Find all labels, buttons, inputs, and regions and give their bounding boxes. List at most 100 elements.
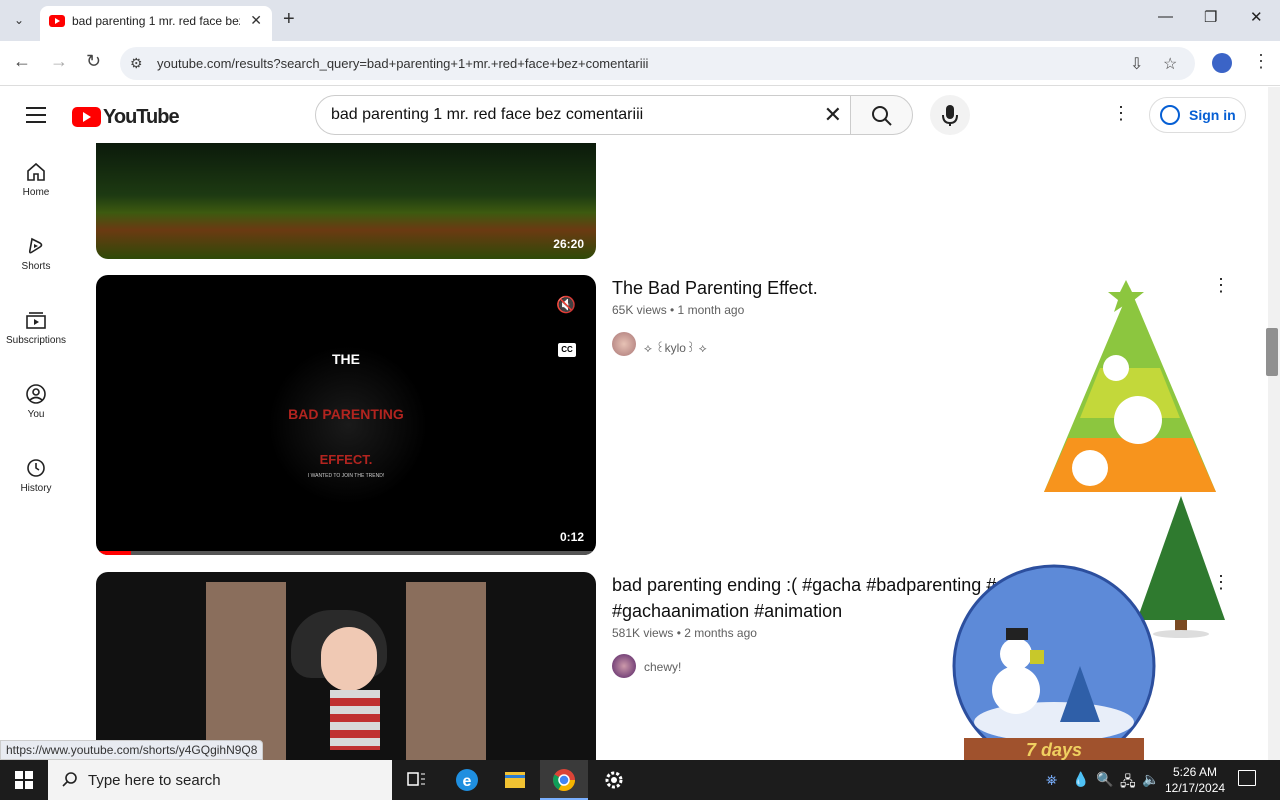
settings-menu-icon[interactable]: ⋮ <box>1112 103 1130 124</box>
back-button[interactable]: ← <box>13 51 31 72</box>
guide-label: Shorts <box>21 261 51 272</box>
taskbar-search[interactable]: Type here to search <box>48 760 392 800</box>
video-meta: 581K views • 2 months ago <box>612 626 757 640</box>
channel-name[interactable]: chewy! <box>644 660 681 674</box>
tab-title: bad parenting 1 mr. red face bez <box>72 14 240 28</box>
clear-search-icon[interactable]: ✕ <box>824 102 842 128</box>
chrome-icon[interactable] <box>540 760 588 800</box>
taskbar: Type here to search e ⛯ 💧 🔍 🖧 🔈 5:26 AM … <box>0 760 1280 800</box>
search-box: ✕ <box>315 95 851 135</box>
start-button[interactable] <box>0 760 48 800</box>
door-shape <box>406 582 486 760</box>
browser-toolbar: ← → ↻ ⚙ youtube.com/results?search_query… <box>0 41 1280 86</box>
subscriptions-icon <box>26 312 46 329</box>
youtube-play-icon <box>72 107 101 127</box>
progress-fill <box>96 551 131 555</box>
guide-label: History <box>20 483 52 494</box>
guide-label: You <box>27 409 45 420</box>
guide-item-home[interactable]: Home <box>0 143 72 217</box>
tab-search-button[interactable]: ⌄ <box>8 9 30 31</box>
svg-text:e: e <box>463 773 472 790</box>
door-shape <box>206 582 286 760</box>
status-url: https://www.youtube.com/shorts/y4GQgihN9… <box>0 740 264 760</box>
thumb-text: I WANTED TO JOIN THE TREND! <box>307 473 385 479</box>
account-icon <box>1160 105 1180 125</box>
mute-icon[interactable]: 🔇 <box>556 295 576 315</box>
duration-badge: 0:12 <box>559 530 584 544</box>
edge-icon[interactable]: e <box>443 760 491 800</box>
new-tab-button[interactable]: + <box>283 8 295 31</box>
profile-icon[interactable] <box>1212 53 1232 73</box>
video-thumbnail-preview[interactable]: THE BAD PARENTING EFFECT. I WANTED TO JO… <box>96 275 596 555</box>
video-thumbnail[interactable]: 26:20 <box>96 143 596 259</box>
globe-banner: 7 days <box>1026 740 1082 760</box>
voice-search-button[interactable] <box>930 95 970 135</box>
sign-in-label: Sign in <box>1189 107 1236 123</box>
network-icon[interactable]: 🖧 <box>1120 771 1136 795</box>
character-shirt <box>330 690 380 750</box>
channel-name[interactable]: ⟡ ꒰kylo꒱ ⟡ <box>644 339 707 356</box>
notifications-icon[interactable] <box>1238 770 1256 786</box>
forward-button[interactable]: → <box>50 51 68 72</box>
sign-in-button[interactable]: Sign in <box>1149 97 1246 133</box>
close-window-button[interactable]: ✕ <box>1250 8 1263 26</box>
microphone-icon <box>942 105 958 126</box>
thumb-text: BAD PARENTING <box>288 406 404 422</box>
address-bar[interactable]: ⚙ youtube.com/results?search_query=bad+p… <box>120 47 1195 80</box>
scrollbar-track[interactable] <box>1268 87 1280 760</box>
bookmark-star-icon[interactable]: ☆ <box>1163 54 1177 74</box>
christmas-tree-gadget[interactable] <box>1040 278 1220 498</box>
avatar[interactable] <box>612 332 636 356</box>
volume-muted-icon[interactable]: 🔈 <box>1142 771 1159 788</box>
browser-tab[interactable]: bad parenting 1 mr. red face bez ✕ <box>40 6 272 41</box>
video-meta: 65K views • 1 month ago <box>612 303 745 317</box>
install-app-icon[interactable]: ⇩ <box>1130 54 1143 74</box>
clock-date: 12/17/2024 <box>1165 781 1226 795</box>
guide-item-history[interactable]: History <box>0 439 72 513</box>
search-tray-icon[interactable]: 🔍 <box>1096 771 1113 788</box>
minimize-button[interactable]: — <box>1158 8 1173 25</box>
scrollbar-thumb[interactable] <box>1266 328 1278 376</box>
file-explorer-icon[interactable] <box>491 760 539 800</box>
browser-tabbar: ⌄ bad parenting 1 mr. red face bez ✕ + —… <box>0 0 1280 41</box>
task-view-icon[interactable] <box>392 760 440 800</box>
guide-item-shorts[interactable]: Shorts <box>0 217 72 291</box>
vignette <box>268 345 428 505</box>
search-icon <box>62 772 77 787</box>
windows-logo-icon <box>15 771 33 789</box>
thumb-text: EFFECT. <box>319 452 373 467</box>
search-button[interactable] <box>850 95 913 135</box>
taskbar-search-placeholder: Type here to search <box>88 772 221 789</box>
guide-item-subscriptions[interactable]: Subscriptions <box>0 291 72 365</box>
guide-item-you[interactable]: You <box>0 365 72 439</box>
reload-button[interactable]: ↻ <box>86 51 101 72</box>
site-info-icon[interactable]: ⚙ <box>130 55 143 72</box>
people-tray-icon[interactable]: ⛯ <box>1046 772 1057 789</box>
restore-button[interactable]: ❐ <box>1204 8 1217 26</box>
clock-time: 5:26 AM <box>1172 765 1218 779</box>
guide-label: Home <box>22 187 50 198</box>
tab-close-icon[interactable]: ✕ <box>250 12 262 29</box>
home-icon <box>27 162 45 181</box>
video-menu-icon[interactable]: ⋮ <box>1212 572 1230 593</box>
progress-track[interactable] <box>96 551 596 555</box>
youtube-favicon-icon <box>49 15 65 27</box>
avatar[interactable] <box>612 654 636 678</box>
browser-menu-icon[interactable]: ⋮ <box>1252 51 1270 72</box>
history-icon <box>27 459 45 477</box>
drop-tray-icon[interactable]: 💧 <box>1072 771 1089 788</box>
clock[interactable]: 5:26 AM 12/17/2024 <box>1165 764 1225 796</box>
youtube-header: YouTube ✕ ⋮ Sign in <box>0 87 1268 143</box>
search-icon <box>872 106 892 126</box>
you-icon <box>26 384 46 404</box>
video-thumbnail[interactable] <box>96 572 596 760</box>
search-input[interactable] <box>331 106 801 124</box>
settings-gear-icon[interactable] <box>590 760 638 800</box>
captions-icon[interactable]: CC <box>558 343 576 357</box>
duration-badge: 26:20 <box>553 237 584 251</box>
logo-text: YouTube <box>103 106 180 128</box>
character-face <box>321 627 377 691</box>
guide-menu-icon[interactable] <box>26 107 46 123</box>
video-title[interactable]: The Bad Parenting Effect. <box>612 275 818 301</box>
snow-globe-gadget[interactable]: 7 days <box>950 562 1160 760</box>
